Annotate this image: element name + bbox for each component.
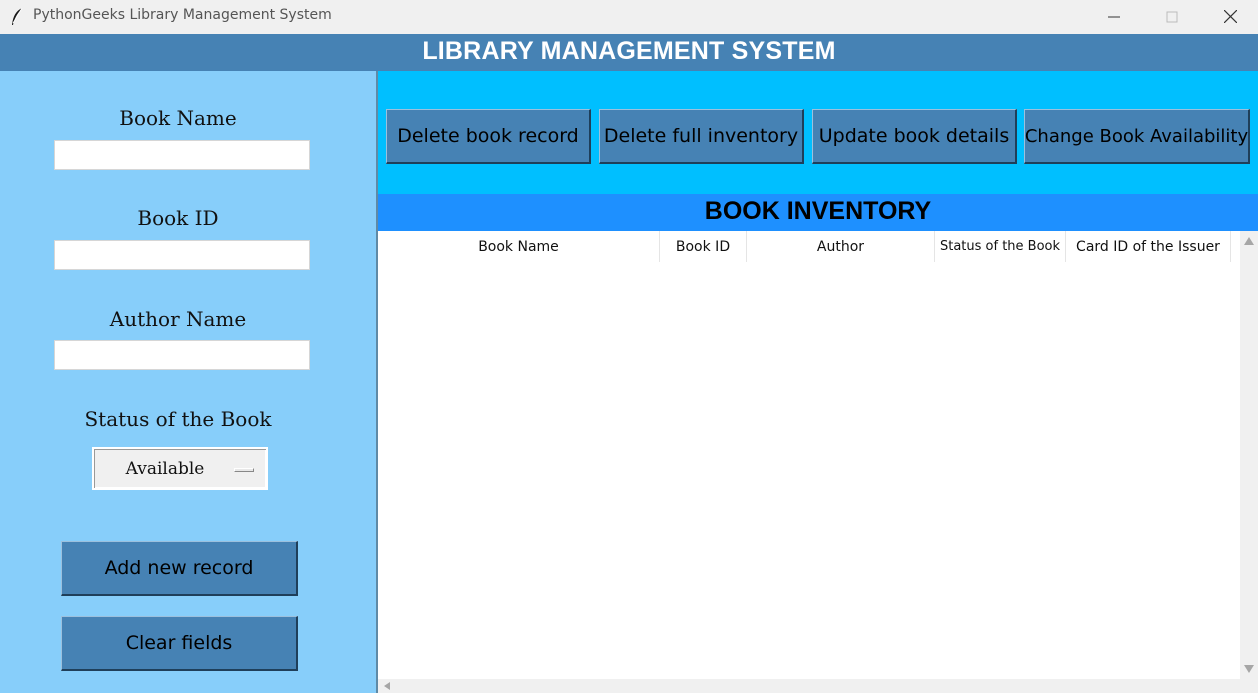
horizontal-scrollbar[interactable] (378, 679, 1258, 693)
maximize-icon (1166, 8, 1178, 27)
author-name-input[interactable] (54, 340, 310, 370)
scroll-down-icon[interactable] (1244, 665, 1254, 673)
dropdown-indicator-icon (234, 468, 254, 472)
window-titlebar: PythonGeeks Library Management System (0, 0, 1258, 34)
inventory-table[interactable]: Book Name Book ID Author Status of the B… (378, 231, 1240, 679)
column-header-status[interactable]: Status of the Book (935, 231, 1066, 262)
book-id-input[interactable] (54, 240, 310, 270)
close-button[interactable] (1201, 0, 1258, 34)
maximize-button[interactable] (1143, 0, 1201, 34)
column-header-card-id[interactable]: Card ID of the Issuer (1066, 231, 1231, 262)
status-label: Status of the Book (84, 407, 272, 431)
scroll-left-icon[interactable] (384, 682, 390, 690)
status-dropdown[interactable]: Available (92, 447, 268, 490)
inventory-header: BOOK INVENTORY (378, 194, 1258, 231)
inventory-title: BOOK INVENTORY (704, 197, 932, 225)
update-details-button[interactable]: Update book details (812, 109, 1017, 164)
delete-record-button[interactable]: Delete book record (386, 109, 591, 164)
author-name-label: Author Name (109, 307, 247, 331)
status-dropdown-value: Available (125, 458, 205, 479)
delete-inventory-button[interactable]: Delete full inventory (599, 109, 804, 164)
vertical-scrollbar[interactable] (1240, 231, 1258, 679)
clear-fields-button[interactable]: Clear fields (61, 616, 298, 671)
minimize-button[interactable] (1085, 0, 1143, 34)
column-header-book-id[interactable]: Book ID (660, 231, 747, 262)
close-icon (1223, 8, 1237, 27)
book-name-input[interactable] (54, 140, 310, 170)
column-header-author[interactable]: Author (747, 231, 935, 262)
scroll-up-icon[interactable] (1244, 237, 1254, 245)
window-title: PythonGeeks Library Management System (33, 7, 332, 23)
main-header: LIBRARY MANAGEMENT SYSTEM (0, 34, 1258, 71)
minimize-icon (1108, 8, 1120, 27)
change-availability-button[interactable]: Change Book Availability (1024, 109, 1250, 164)
book-id-label: Book ID (137, 206, 219, 230)
page-title: LIBRARY MANAGEMENT SYSTEM (422, 37, 836, 65)
book-name-label: Book Name (119, 106, 237, 130)
column-header-book-name[interactable]: Book Name (378, 231, 660, 262)
feather-icon (10, 7, 24, 27)
add-record-button[interactable]: Add new record (61, 541, 298, 596)
